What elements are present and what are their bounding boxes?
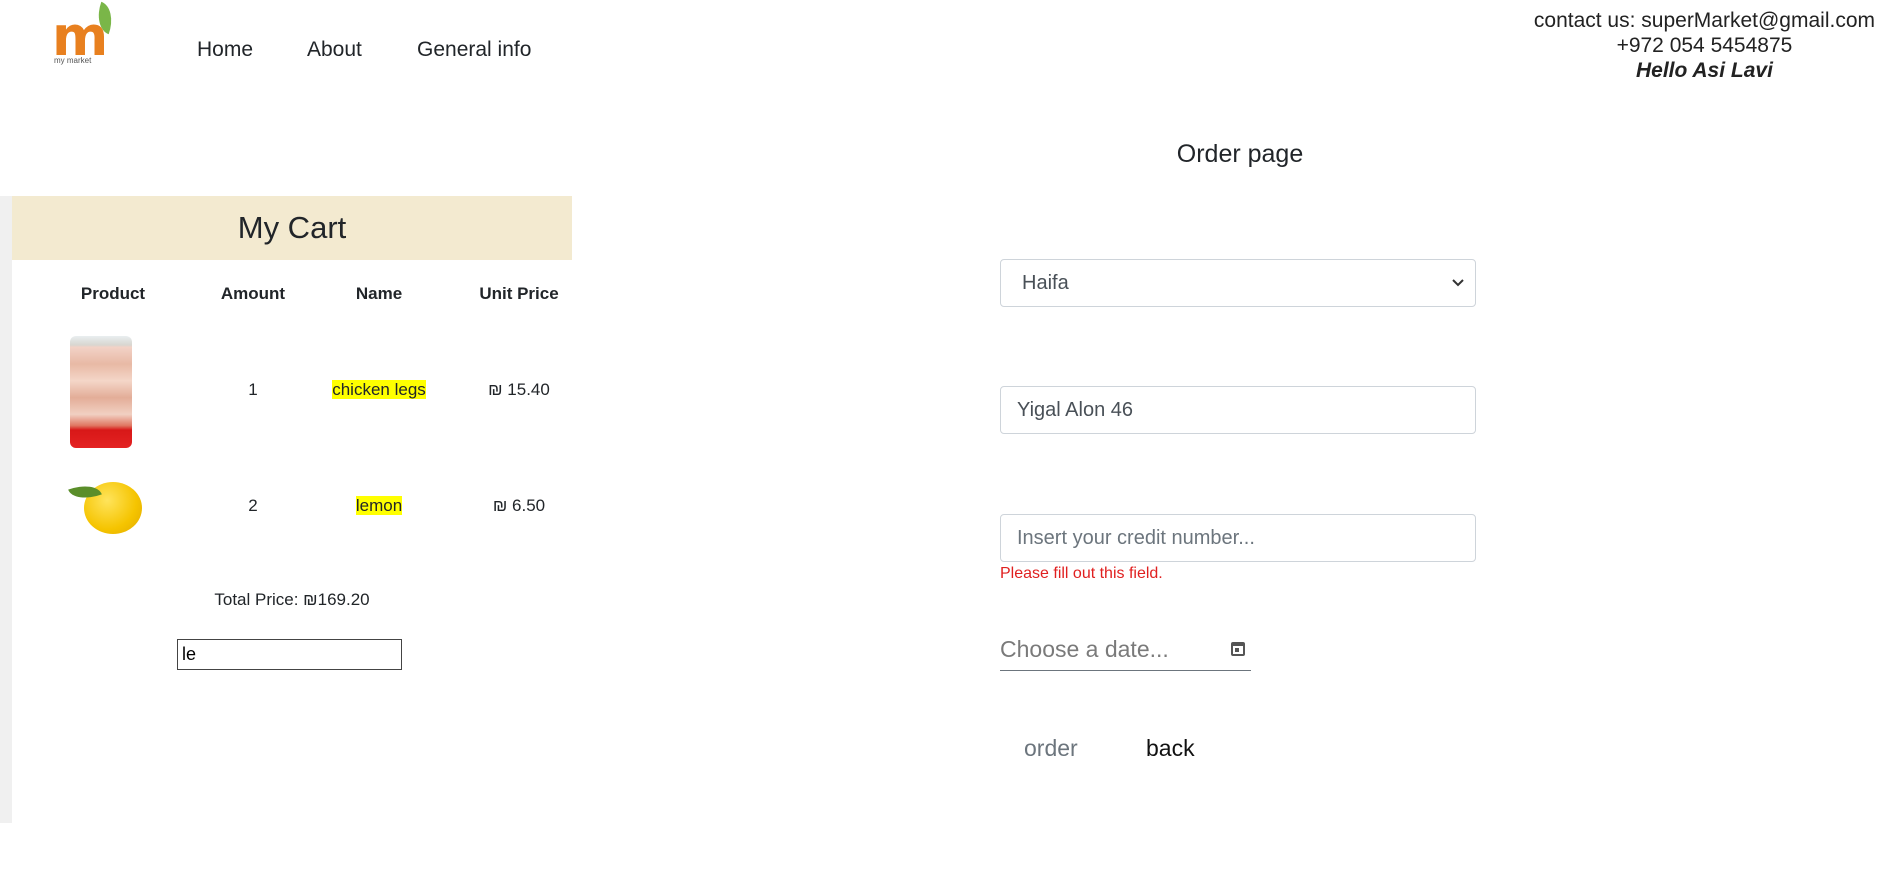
lemon-image xyxy=(68,478,146,536)
chicken-legs-image xyxy=(70,336,132,448)
site-logo[interactable]: m my market xyxy=(52,1,124,68)
column-header-amount: Amount xyxy=(220,284,286,303)
city-select[interactable]: Haifa xyxy=(1000,259,1476,307)
credit-error-message: Please fill out this field. xyxy=(1000,565,1163,582)
cart-edge xyxy=(0,196,12,823)
nav-home[interactable]: Home xyxy=(197,38,253,62)
credit-number-input[interactable] xyxy=(1000,514,1476,562)
column-header-name: Name xyxy=(355,284,403,303)
item-name-highlight: chicken legs xyxy=(332,380,426,399)
item-unit-price: ₪ 15.40 xyxy=(488,380,550,399)
user-greeting: Hello Asi Lavi xyxy=(1635,59,1773,82)
item-name-highlight: lemon xyxy=(355,496,403,515)
order-button[interactable]: order xyxy=(1024,735,1078,762)
contact-email: contact us: superMarket@gmail.com xyxy=(1533,9,1875,32)
cart-total: Total Price: ₪169.20 xyxy=(214,590,370,609)
chevron-down-icon xyxy=(1452,279,1464,287)
column-header-product: Product xyxy=(80,284,146,303)
item-name: chicken legs xyxy=(309,380,449,400)
contact-phone: +972 054 5454875 xyxy=(1616,34,1793,57)
calendar-icon[interactable] xyxy=(1231,642,1245,656)
nav-about[interactable]: About xyxy=(307,38,362,62)
contact-block: contact us: superMarket@gmail.com +972 0… xyxy=(1534,8,1875,83)
back-button[interactable]: back xyxy=(1146,735,1195,762)
item-amount: 2 xyxy=(248,496,258,515)
item-unit-price: ₪ 6.50 xyxy=(492,496,546,515)
logo-caption: my market xyxy=(54,56,92,65)
address-input[interactable] xyxy=(1000,386,1476,434)
city-select-value: Haifa xyxy=(1022,271,1069,294)
page-title: Order page xyxy=(1176,140,1304,168)
column-header-unit-price: Unit Price xyxy=(479,284,559,303)
date-picker[interactable]: Choose a date... xyxy=(1000,630,1251,671)
cart-panel: My Cart Product Amount Name Unit Price 1… xyxy=(12,196,572,823)
cart-search-input[interactable] xyxy=(177,639,402,670)
item-name: lemon xyxy=(309,496,449,516)
nav-general-info[interactable]: General info xyxy=(417,38,531,62)
cart-title: My Cart xyxy=(12,196,572,260)
item-amount: 1 xyxy=(248,380,258,399)
date-placeholder: Choose a date... xyxy=(1000,636,1169,662)
